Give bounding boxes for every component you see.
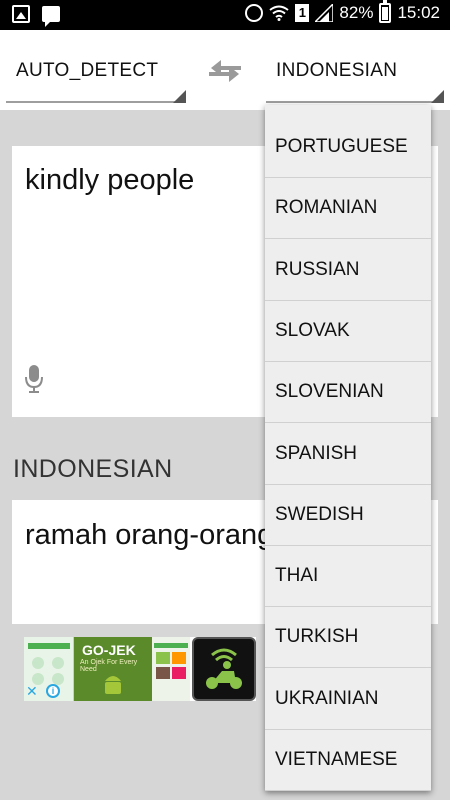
- wifi-icon: [269, 5, 290, 21]
- output-text: ramah orang-orang: [25, 519, 274, 551]
- source-language-label: AUTO_DETECT: [16, 60, 159, 81]
- ad-screenshot-2: GO-JEK An Ojek For Every Need: [74, 637, 152, 701]
- alarm-icon: [245, 4, 264, 22]
- result-language-label: INDONESIAN: [13, 455, 173, 483]
- status-bar: 1 82% 15:02: [0, 0, 450, 30]
- gojek-logo: [192, 637, 256, 701]
- android-icon: [105, 676, 121, 694]
- image-icon: [12, 5, 30, 23]
- language-dropdown-list[interactable]: PORTUGUESE ROMANIAN RUSSIAN SLOVAK SLOVENIAN…: [265, 105, 431, 791]
- dropdown-item[interactable]: UKRAINIAN: [265, 669, 431, 730]
- target-language-label: INDONESIAN: [276, 60, 398, 81]
- battery-icon: [379, 0, 392, 23]
- dropdown-item[interactable]: ROMANIAN: [265, 178, 431, 240]
- spinner-underline: [266, 101, 444, 103]
- dropdown-item[interactable]: RUSSIAN: [265, 240, 431, 301]
- ad-info-icon[interactable]: i: [46, 684, 60, 698]
- dropdown-item[interactable]: THAI: [265, 546, 431, 608]
- clock: 15:02: [397, 3, 440, 22]
- input-text: kindly people: [25, 164, 195, 196]
- ad-brand: GO-JEK: [82, 642, 136, 658]
- spinner-arrow-icon: [431, 90, 444, 103]
- ad-screenshot-3: [152, 637, 190, 701]
- dropdown-item[interactable]: SLOVENIAN: [265, 362, 431, 424]
- ad-banner[interactable]: GO-JEK An Ojek For Every Need ✕ i: [24, 637, 256, 701]
- dropdown-item[interactable]: SPANISH: [265, 424, 431, 485]
- swap-arrows-icon[interactable]: [207, 58, 243, 84]
- target-language-spinner[interactable]: INDONESIAN: [266, 50, 444, 110]
- dropdown-item[interactable]: SWEDISH: [265, 485, 431, 546]
- dropdown-item[interactable]: SLOVAK: [265, 301, 431, 362]
- spinner-arrow-icon: [173, 90, 186, 103]
- dropdown-item[interactable]: TURKISH: [265, 607, 431, 669]
- sim-indicator: 1: [295, 4, 310, 22]
- language-bar: AUTO_DETECT INDONESIAN: [0, 30, 450, 110]
- ad-close-icon[interactable]: ✕: [26, 683, 38, 700]
- spinner-underline: [6, 101, 186, 103]
- dropdown-item[interactable]: VIETNAMESE: [265, 730, 431, 791]
- signal-icon: [315, 4, 334, 22]
- microphone-icon[interactable]: [24, 364, 44, 394]
- source-language-spinner[interactable]: AUTO_DETECT: [6, 50, 186, 110]
- battery-percent: 82%: [339, 3, 374, 22]
- message-icon: [42, 6, 60, 27]
- dropdown-item[interactable]: PORTUGUESE: [265, 117, 431, 178]
